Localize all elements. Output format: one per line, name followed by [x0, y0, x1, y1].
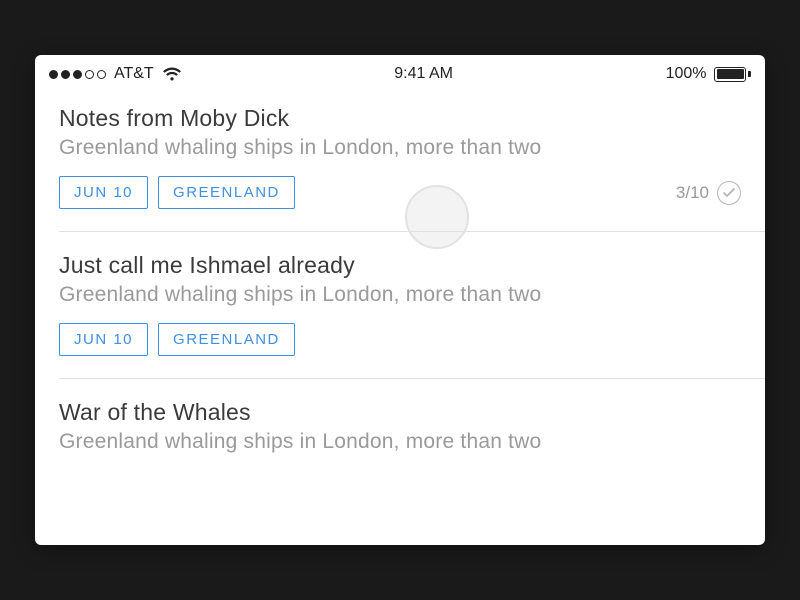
note-preview: Greenland whaling ships in London, more … — [59, 283, 741, 307]
status-bar-time: 9:41 AM — [394, 65, 453, 83]
notes-list[interactable]: Notes from Moby Dick Greenland whaling s… — [35, 93, 765, 492]
note-tag[interactable]: JUN 10 — [59, 176, 148, 209]
phone-screen: AT&T 9:41 AM 100% Notes from Moby Dick G… — [35, 55, 765, 545]
note-title: Just call me Ishmael already — [59, 252, 741, 279]
note-meta-row: JUN 10 GREENLAND 3/10 — [59, 176, 741, 209]
note-tag[interactable]: JUN 10 — [59, 323, 148, 356]
checkmark-circle-icon — [717, 181, 741, 205]
note-title: War of the Whales — [59, 399, 741, 426]
signal-strength-icon — [49, 70, 106, 79]
status-bar-left: AT&T — [49, 65, 182, 83]
note-preview: Greenland whaling ships in London, more … — [59, 430, 741, 454]
list-item[interactable]: War of the Whales Greenland whaling ship… — [59, 379, 765, 492]
note-tag[interactable]: GREENLAND — [158, 176, 295, 209]
status-bar-right: 100% — [666, 65, 751, 83]
list-item[interactable]: Just call me Ishmael already Greenland w… — [59, 232, 765, 379]
wifi-icon — [162, 67, 182, 82]
carrier-label: AT&T — [114, 65, 154, 83]
battery-icon — [714, 67, 751, 82]
status-bar: AT&T 9:41 AM 100% — [35, 55, 765, 93]
note-tag[interactable]: GREENLAND — [158, 323, 295, 356]
note-progress: 3/10 — [676, 181, 741, 205]
note-meta-row: JUN 10 GREENLAND — [59, 323, 741, 356]
progress-count: 3/10 — [676, 183, 709, 203]
list-item[interactable]: Notes from Moby Dick Greenland whaling s… — [59, 93, 765, 232]
battery-percent-label: 100% — [666, 65, 707, 83]
note-title: Notes from Moby Dick — [59, 105, 741, 132]
note-preview: Greenland whaling ships in London, more … — [59, 136, 741, 160]
